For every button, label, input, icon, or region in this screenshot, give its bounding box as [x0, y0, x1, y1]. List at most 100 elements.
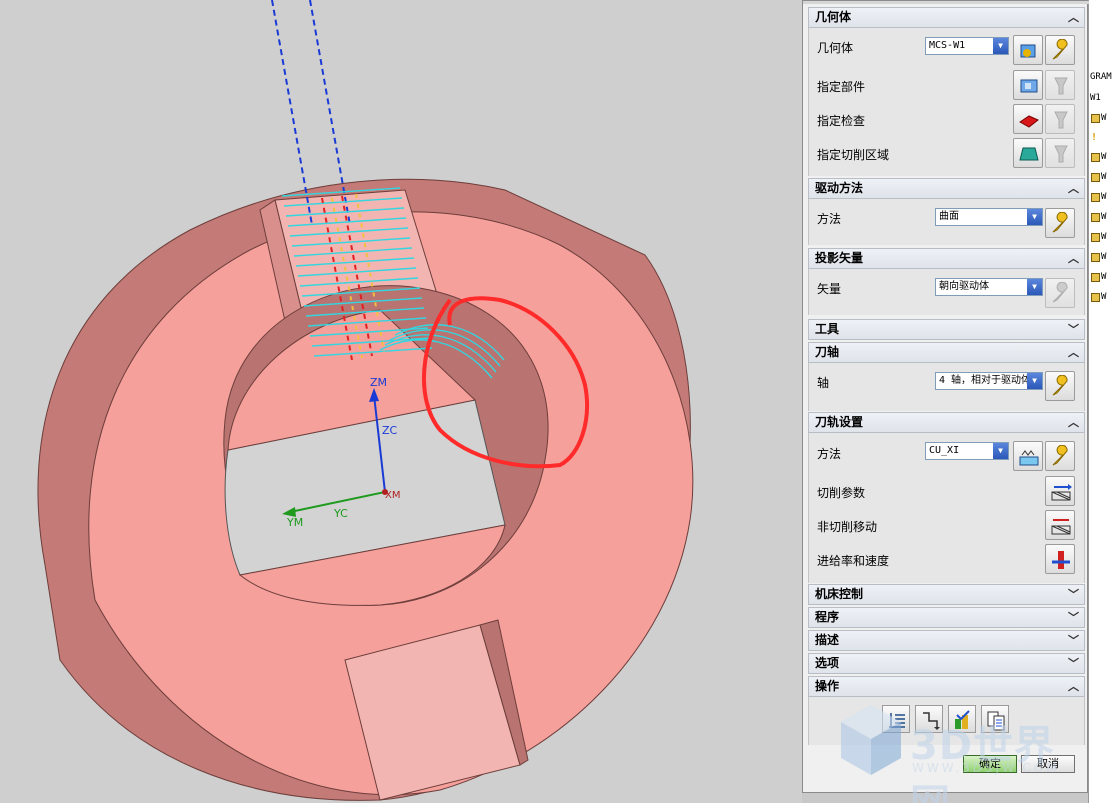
check-label: 指定检查 — [817, 114, 866, 128]
warning-icon: ! — [1091, 132, 1098, 143]
geometry-select[interactable]: MCS-W1 ▼ — [925, 37, 1009, 55]
axis-edit-button[interactable] — [1045, 371, 1075, 401]
non-cut-label: 非切削移动 — [817, 520, 878, 534]
geometry-label: 几何体 — [817, 41, 854, 55]
verify-button[interactable] — [948, 705, 976, 733]
chevron-down-icon[interactable]: ▼ — [993, 38, 1008, 54]
geometry-edit-button[interactable] — [1045, 35, 1075, 65]
feeds-speeds-button[interactable] — [1045, 544, 1075, 574]
wrench-icon — [1052, 282, 1068, 303]
drive-edit-button[interactable] — [1045, 208, 1075, 238]
cut-area-icon — [1019, 147, 1039, 161]
section-header-path[interactable]: 刀轨设置 ︿ — [808, 412, 1085, 433]
tree-item[interactable]: W — [1091, 172, 1116, 186]
show-cut-area-button[interactable] — [1045, 138, 1075, 168]
chevron-down-icon[interactable]: ﹀ — [1066, 656, 1081, 671]
section-header-machine[interactable]: 机床控制 ﹀ — [808, 584, 1085, 605]
section-header-actions[interactable]: 操作 ︿ — [808, 676, 1085, 697]
method-icon — [1019, 450, 1039, 466]
replay-icon — [923, 712, 940, 730]
flashlight-icon — [1054, 111, 1068, 129]
operation-icon — [1091, 232, 1100, 242]
wrench-icon — [1052, 39, 1068, 60]
operation-dialog: 几何体 ︿ 几何体 MCS-W1 ▼ 指定部件 指定检查 指定切削区域 驱动方法… — [802, 0, 1089, 793]
tree-item[interactable]: W — [1091, 212, 1116, 226]
section-header-program[interactable]: 程序 ﹀ — [808, 607, 1085, 628]
select-cut-area-button[interactable] — [1013, 138, 1043, 168]
tree-item[interactable]: W — [1091, 113, 1116, 127]
tree-item[interactable]: W — [1091, 152, 1116, 166]
non-cut-moves-button[interactable] — [1045, 510, 1075, 540]
operation-icon — [1091, 152, 1100, 162]
chevron-down-icon[interactable]: ▼ — [1027, 209, 1042, 225]
chevron-down-icon[interactable]: ﹀ — [1066, 322, 1081, 337]
path-method-new-button[interactable] — [1013, 441, 1043, 471]
chevron-up-icon[interactable]: ︿ — [1066, 181, 1081, 196]
cut-params-button[interactable] — [1045, 476, 1075, 506]
path-method-label: 方法 — [817, 447, 842, 461]
chevron-down-icon[interactable]: ▼ — [1027, 279, 1042, 295]
operation-navigator-strip: GRAM W1 W ! W W W W W W W W — [1088, 0, 1116, 803]
section-body-actions — [808, 697, 1085, 745]
tree-item[interactable]: W — [1091, 252, 1116, 266]
graphics-viewport[interactable]: ZM ZC YM YC XM — [0, 0, 802, 803]
operation-icon — [1091, 272, 1100, 282]
part-label: 指定部件 — [817, 80, 866, 94]
chevron-down-icon[interactable]: ▼ — [993, 443, 1008, 459]
chevron-up-icon[interactable]: ︿ — [1066, 251, 1081, 266]
ok-button[interactable]: 确定 — [963, 755, 1017, 773]
tree-item[interactable]: W — [1091, 292, 1116, 306]
generate-icon — [889, 713, 905, 728]
chevron-up-icon[interactable]: ︿ — [1066, 679, 1081, 694]
section-header-geometry[interactable]: 几何体 ︿ — [808, 7, 1085, 28]
list-button[interactable] — [981, 705, 1009, 733]
axis-label: 轴 — [817, 376, 830, 390]
operation-icon — [1091, 252, 1100, 262]
drive-method-label: 方法 — [817, 212, 842, 226]
geometry-new-button[interactable] — [1013, 35, 1043, 65]
section-header-projection[interactable]: 投影矢量 ︿ — [808, 248, 1085, 269]
section-header-description[interactable]: 描述 ﹀ — [808, 630, 1085, 651]
wrench-icon — [1052, 375, 1068, 396]
tree-item[interactable]: W — [1091, 192, 1116, 206]
chevron-up-icon[interactable]: ︿ — [1066, 10, 1081, 25]
section-body-axis: 轴 4 轴，相对于驱动体 ▼ — [808, 363, 1085, 411]
cancel-button[interactable]: 取消 — [1021, 755, 1075, 773]
show-check-button[interactable] — [1045, 104, 1075, 134]
path-method-edit-button[interactable] — [1045, 441, 1075, 471]
replay-button[interactable] — [915, 705, 943, 733]
tree-item[interactable]: W — [1091, 232, 1116, 246]
part-icon — [1020, 79, 1038, 93]
section-body-geometry: 几何体 MCS-W1 ▼ 指定部件 指定检查 指定切削区域 — [808, 28, 1085, 176]
axis-label-yc: YC — [334, 507, 348, 520]
flashlight-icon — [1054, 145, 1068, 163]
axis-select[interactable]: 4 轴，相对于驱动体 ▼ — [935, 372, 1043, 390]
vector-edit-button[interactable] — [1045, 278, 1075, 308]
tree-item[interactable]: W — [1091, 272, 1116, 286]
chevron-down-icon[interactable]: ﹀ — [1066, 633, 1081, 648]
show-part-button[interactable] — [1045, 70, 1075, 100]
chevron-down-icon[interactable]: ﹀ — [1066, 587, 1081, 602]
geometry-icon — [1020, 44, 1036, 58]
chevron-down-icon[interactable]: ﹀ — [1066, 610, 1081, 625]
section-header-tool[interactable]: 工具 ﹀ — [808, 319, 1085, 340]
tree-item-warning[interactable]: ! — [1091, 132, 1116, 146]
wrench-icon — [1052, 445, 1068, 466]
chevron-up-icon[interactable]: ︿ — [1066, 415, 1081, 430]
flashlight-icon — [1054, 77, 1068, 95]
vector-select[interactable]: 朝向驱动体 ▼ — [935, 278, 1043, 296]
generate-button[interactable] — [882, 705, 910, 733]
chevron-up-icon[interactable]: ︿ — [1066, 345, 1081, 360]
tree-subheader: W1 — [1090, 93, 1101, 103]
select-check-button[interactable] — [1013, 104, 1043, 134]
dialog-grip[interactable] — [803, 1, 1089, 4]
verify-icon — [955, 710, 970, 729]
select-part-button[interactable] — [1013, 70, 1043, 100]
section-header-options[interactable]: 选项 ﹀ — [808, 653, 1085, 674]
section-title: 几何体 — [815, 10, 852, 24]
section-header-drive[interactable]: 驱动方法 ︿ — [808, 178, 1085, 199]
chevron-down-icon[interactable]: ▼ — [1027, 373, 1042, 389]
drive-method-select[interactable]: 曲面 ▼ — [935, 208, 1043, 226]
section-header-axis[interactable]: 刀轴 ︿ — [808, 342, 1085, 363]
path-method-select[interactable]: CU_XI ▼ — [925, 442, 1009, 460]
